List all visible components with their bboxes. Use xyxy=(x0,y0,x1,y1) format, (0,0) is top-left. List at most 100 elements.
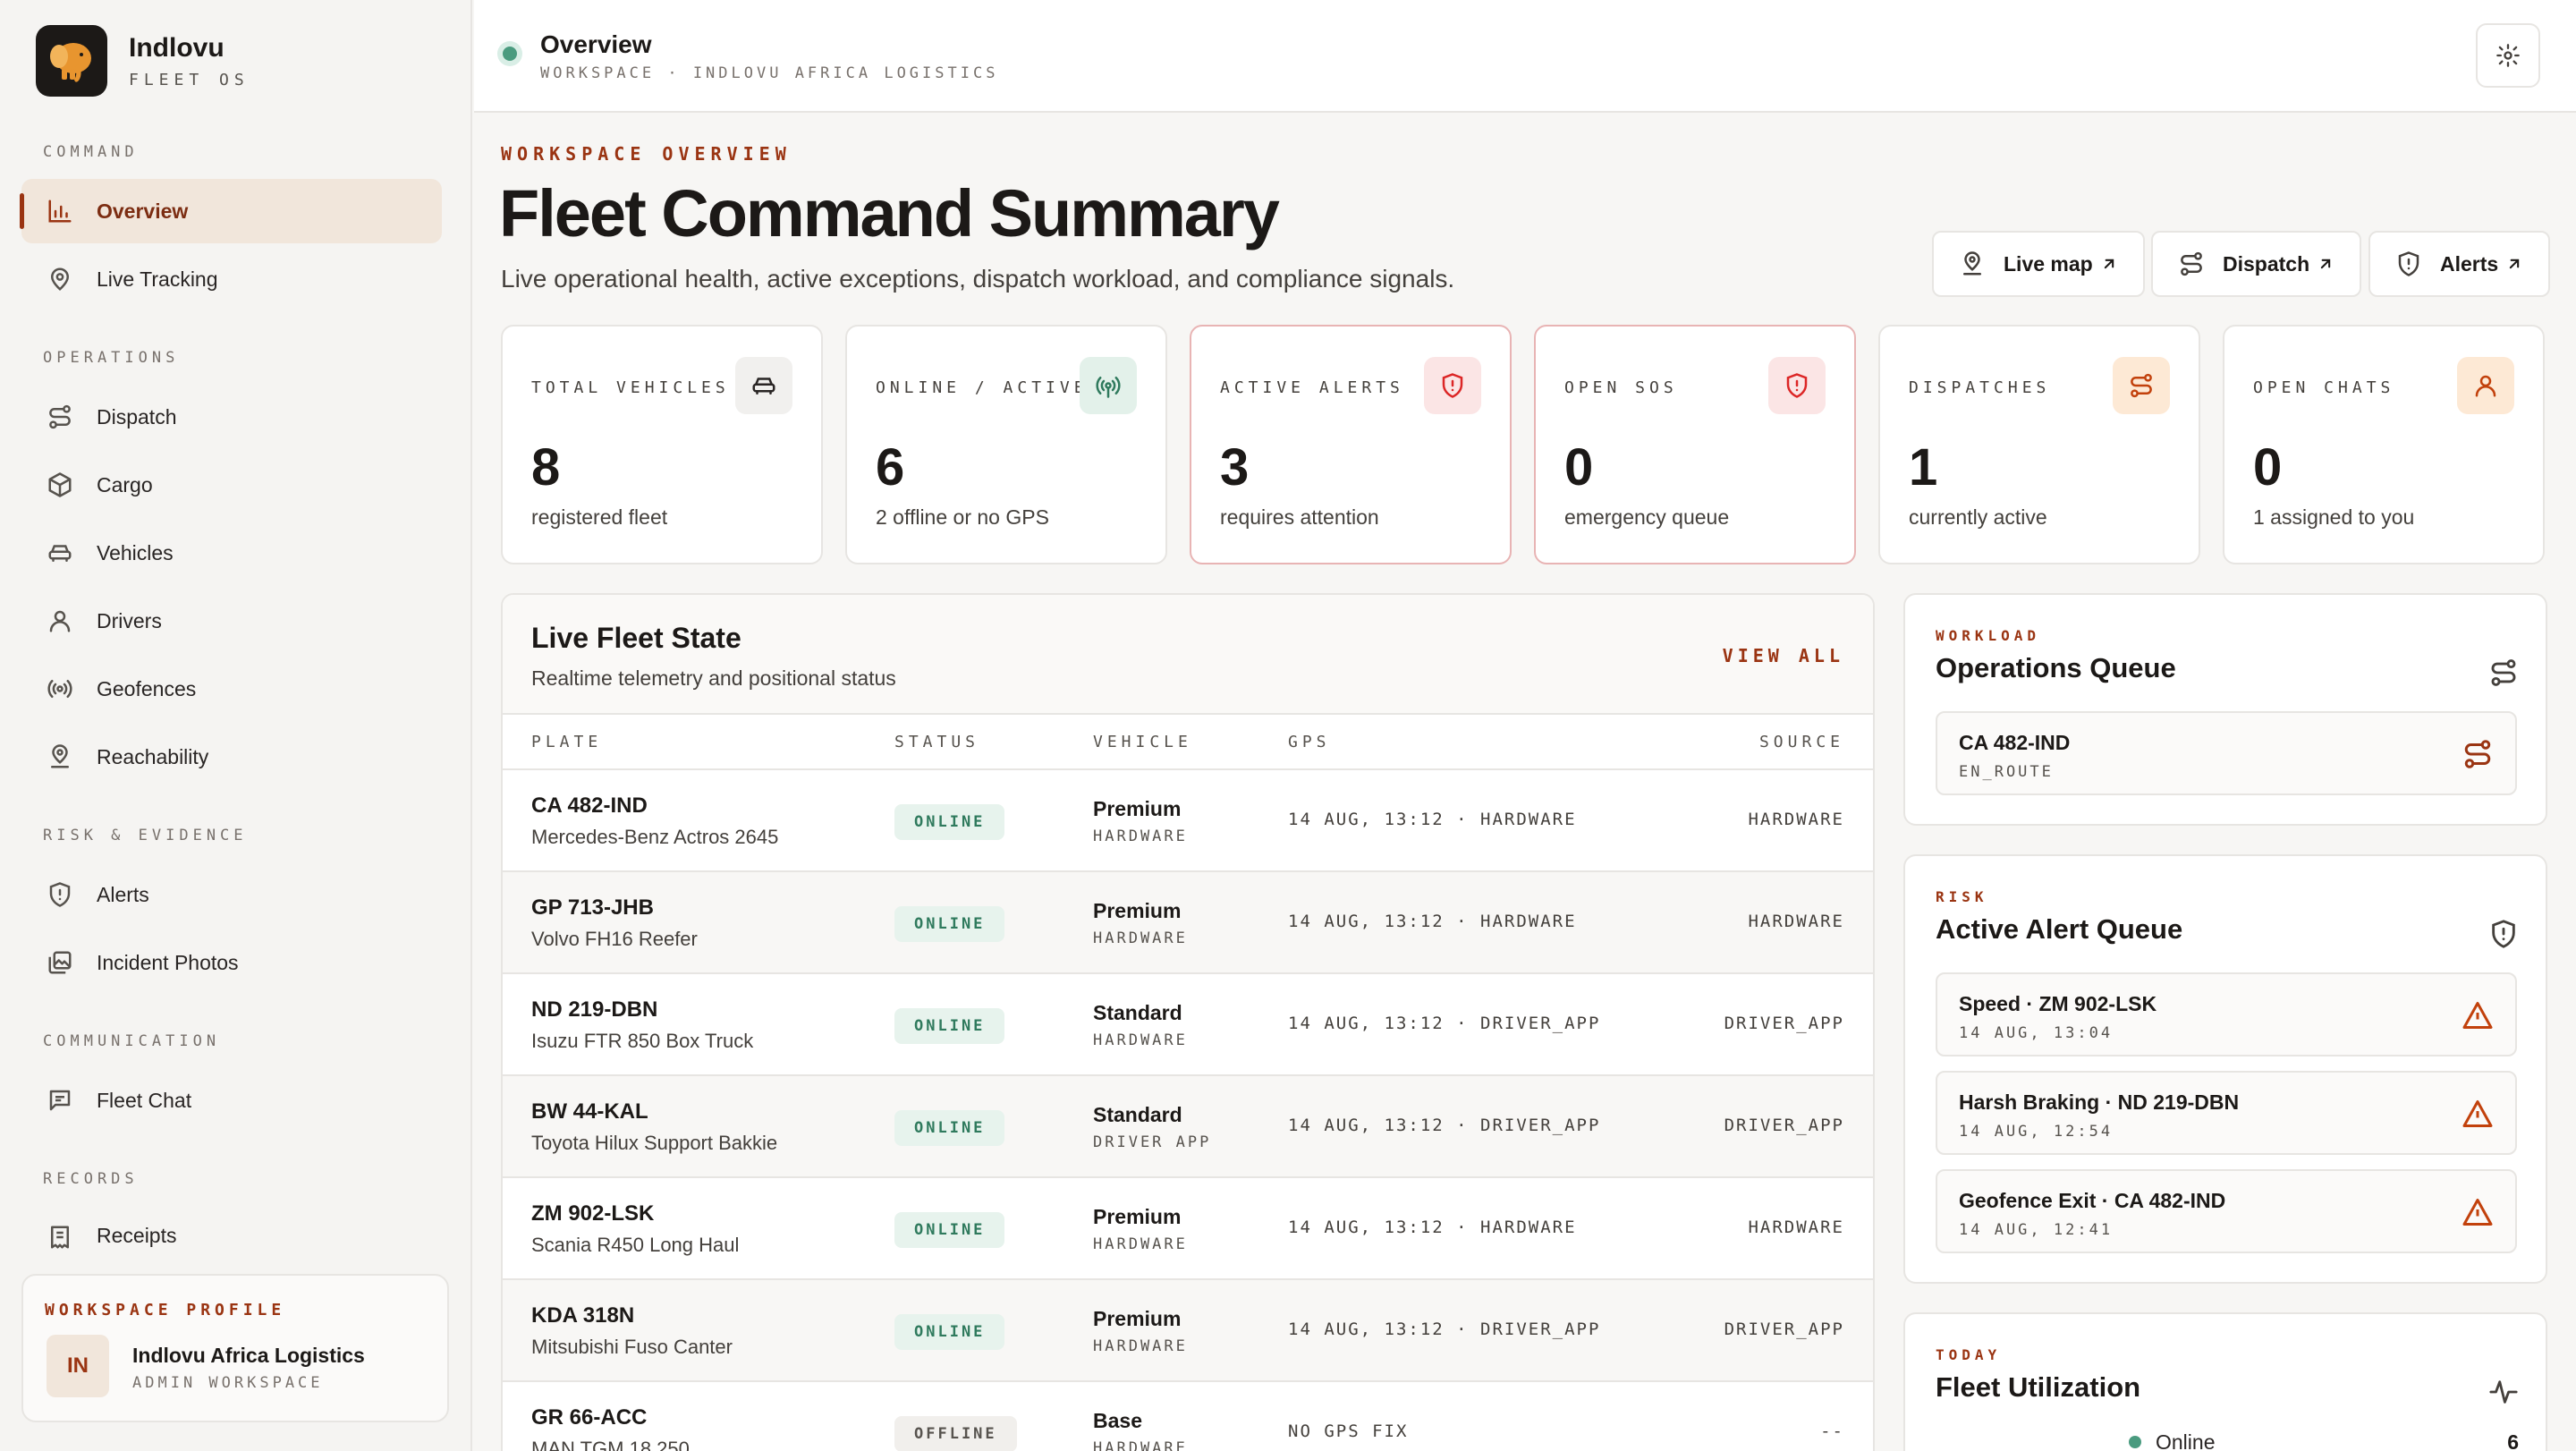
sidebar-item-cargo[interactable]: Cargo xyxy=(21,453,442,517)
live-map-button[interactable]: Live map xyxy=(1932,231,2145,297)
map-pin-user-icon xyxy=(51,744,69,768)
radio-icon xyxy=(1080,357,1137,414)
brand-subtitle: FLEET OS xyxy=(129,70,250,89)
sidebar-item-label: Cargo xyxy=(97,472,153,496)
package-icon xyxy=(48,472,72,497)
sidebar-item-label: Reachability xyxy=(97,744,209,768)
kpi-note: 1 assigned to you xyxy=(2253,505,2415,529)
kpi-value: 0 xyxy=(2253,438,2283,496)
vehicle-tier-source: HARDWARE xyxy=(1093,929,1188,947)
radio-icon xyxy=(47,680,72,698)
sidebar-item-vehicles[interactable]: Vehicles xyxy=(21,521,442,585)
sidebar-item-label: Live Tracking xyxy=(97,267,218,291)
table-row[interactable]: CA 482-IND Mercedes-Benz Actros 2645 ONL… xyxy=(503,770,1873,872)
avatar: IN xyxy=(47,1335,109,1397)
table-row[interactable]: KDA 318N Mitsubishi Fuso Canter ONLINE P… xyxy=(503,1280,1873,1382)
vehicle-tier: Premium xyxy=(1093,797,1182,820)
kpi-open-sos[interactable]: OPEN SOS 0 emergency queue xyxy=(1534,325,1856,564)
page-title: Fleet Command Summary xyxy=(499,176,1280,250)
vehicle-tier-source: HARDWARE xyxy=(1093,1031,1188,1049)
queue-item[interactable]: CA 482-IND EN_ROUTE xyxy=(1936,711,2517,795)
table-row[interactable]: ZM 902-LSK Scania R450 Long Haul ONLINE … xyxy=(503,1178,1873,1280)
plate: ND 219-DBN xyxy=(531,997,658,1022)
sidebar-item-receipts[interactable]: Receipts xyxy=(21,1206,442,1258)
gps-timestamp: 14 AUG, 13:12 · DRIVER_APP xyxy=(1288,1116,1601,1135)
route-icon xyxy=(2113,357,2170,414)
column-header-plate[interactable]: PLATE xyxy=(531,733,602,751)
vehicle-tier-source: HARDWARE xyxy=(1093,1235,1188,1253)
alert-item[interactable]: Geofence Exit · CA 482-IND 14 AUG, 12:41 xyxy=(1936,1169,2517,1253)
view-all-link[interactable]: VIEW ALL xyxy=(1723,645,1844,666)
alert-item[interactable]: Speed · ZM 902-LSK 14 AUG, 13:04 xyxy=(1936,972,2517,1056)
sidebar-item-fleet-chat[interactable]: Fleet Chat xyxy=(21,1068,442,1133)
telemetry-source: DRIVER_APP xyxy=(1724,1319,1844,1339)
dispatch-button[interactable]: Dispatch xyxy=(2151,231,2362,297)
table-row[interactable]: GR 66-ACC MAN TGM 18.250 OFFLINE Base HA… xyxy=(503,1382,1873,1451)
vehicle-tier: Premium xyxy=(1093,1205,1182,1228)
kpi-dispatches[interactable]: DISPATCHES 1 currently active xyxy=(1878,325,2200,564)
vehicle-model: MAN TGM 18.250 xyxy=(531,1438,690,1451)
table-row[interactable]: ND 219-DBN Isuzu FTR 850 Box Truck ONLIN… xyxy=(503,974,1873,1076)
plate: KDA 318N xyxy=(531,1303,635,1328)
panel-eyebrow: RISK xyxy=(1936,888,1988,905)
vehicle-tier: Premium xyxy=(1093,899,1182,922)
kpi-open-chats[interactable]: OPEN CHATS 0 1 assigned to you xyxy=(2223,325,2545,564)
sidebar-item-drivers[interactable]: Drivers xyxy=(21,589,442,653)
bar-chart-icon xyxy=(48,199,72,223)
sidebar-item-label: Incident Photos xyxy=(97,950,239,974)
column-header-vehicle[interactable]: VEHICLE xyxy=(1093,733,1192,751)
vehicle-model: Volvo FH16 Reefer xyxy=(531,928,698,950)
vehicle-tier: Premium xyxy=(1093,1307,1182,1330)
nav-section-risk: RISK & EVIDENCE xyxy=(43,827,248,844)
alerts-button[interactable]: Alerts xyxy=(2368,231,2551,297)
table-row[interactable]: GP 713-JHB Volvo FH16 Reefer ONLINE Prem… xyxy=(503,872,1873,974)
plate: GR 66-ACC xyxy=(531,1405,648,1430)
table-row[interactable]: BW 44-KAL Toyota Hilux Support Bakkie ON… xyxy=(503,1076,1873,1178)
sidebar-item-label: Geofences xyxy=(97,676,197,700)
sidebar-item-label: Alerts xyxy=(97,882,149,906)
workspace-profile[interactable]: WORKSPACE PROFILE IN Indlovu Africa Logi… xyxy=(21,1274,449,1422)
kpi-label: ONLINE / ACTIVE xyxy=(876,378,1089,397)
sidebar-item-alerts[interactable]: Alerts xyxy=(21,862,442,927)
sidebar-item-overview[interactable]: Overview xyxy=(20,179,442,243)
settings-button[interactable] xyxy=(2476,23,2540,88)
telemetry-source: HARDWARE xyxy=(1748,912,1844,931)
user-icon xyxy=(2457,357,2514,414)
warning-triangle-icon xyxy=(2462,1199,2493,1226)
column-header-source[interactable]: SOURCE xyxy=(1759,733,1844,751)
telemetry-source: HARDWARE xyxy=(1748,1218,1844,1237)
brand[interactable]: Indlovu FLEET OS xyxy=(36,25,250,97)
kpi-value: 6 xyxy=(876,438,905,496)
shield-alert-icon xyxy=(2398,251,2419,276)
elephant-logo-icon xyxy=(36,25,107,97)
gps-timestamp: 14 AUG, 13:12 · DRIVER_APP xyxy=(1288,1014,1601,1033)
panel-title: Active Alert Queue xyxy=(1936,913,2183,945)
sidebar-item-geofences[interactable]: Geofences xyxy=(21,657,442,721)
shield-alert-icon xyxy=(2492,920,2515,948)
kpi-label: ACTIVE ALERTS xyxy=(1220,378,1404,397)
operations-queue-panel: WORKLOAD Operations Queue CA 482-IND EN_… xyxy=(1903,593,2547,826)
kpi-total-vehicles[interactable]: TOTAL VEHICLES 8 registered fleet xyxy=(501,325,823,564)
nav-section-command: COMMAND xyxy=(43,143,139,161)
sidebar-item-incident-photos[interactable]: Incident Photos xyxy=(21,930,442,995)
alert-item-time: 14 AUG, 13:04 xyxy=(1959,1024,2114,1042)
vehicle-model: Mercedes-Benz Actros 2645 xyxy=(531,826,779,848)
vehicle-tier: Standard xyxy=(1093,1103,1182,1126)
kpi-active-alerts[interactable]: ACTIVE ALERTS 3 requires attention xyxy=(1190,325,1512,564)
alert-item[interactable]: Harsh Braking · ND 219-DBN 14 AUG, 12:54 xyxy=(1936,1071,2517,1155)
page-eyebrow: WORKSPACE OVERVIEW xyxy=(501,143,792,165)
topbar: Overview WORKSPACE · INDLOVU AFRICA LOGI… xyxy=(474,0,2576,113)
column-header-status[interactable]: STATUS xyxy=(894,733,979,751)
column-header-gps[interactable]: GPS xyxy=(1288,733,1331,751)
sidebar-item-live-tracking[interactable]: Live Tracking xyxy=(21,247,442,311)
sidebar-item-reachability[interactable]: Reachability xyxy=(21,725,442,789)
fleet-utilization-panel: TODAY Fleet Utilization Online 6 xyxy=(1903,1312,2547,1451)
sidebar-item-label: Fleet Chat xyxy=(97,1088,192,1112)
queue-item-status: EN_ROUTE xyxy=(1959,763,2054,781)
sidebar-item-dispatch[interactable]: Dispatch xyxy=(21,385,442,449)
panel-header: Live Fleet State Realtime telemetry and … xyxy=(503,595,1873,715)
vehicle-tier-source: HARDWARE xyxy=(1093,1337,1188,1355)
kpi-online-active[interactable]: ONLINE / ACTIVE 6 2 offline or no GPS xyxy=(845,325,1167,564)
panel-title: Fleet Utilization xyxy=(1936,1371,2141,1403)
gps-timestamp: NO GPS FIX xyxy=(1288,1421,1409,1441)
